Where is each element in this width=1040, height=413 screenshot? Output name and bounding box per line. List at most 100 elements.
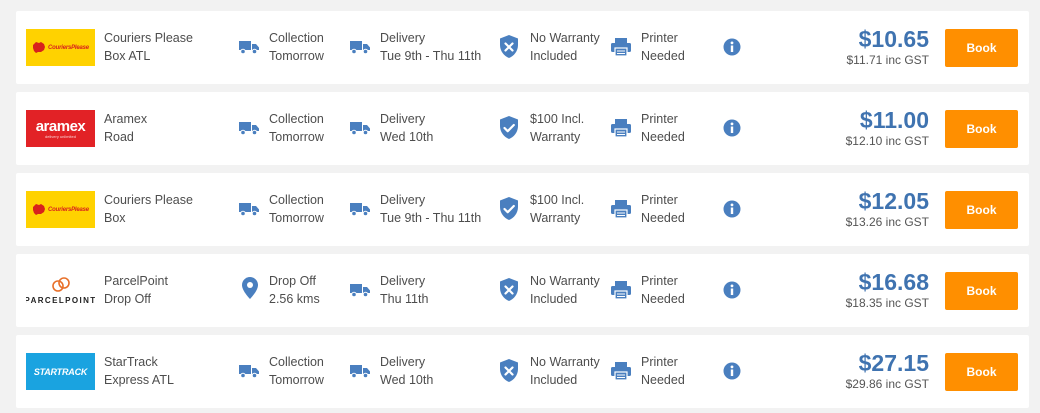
warranty-line1: $100 Incl. bbox=[530, 193, 585, 207]
info-icon[interactable] bbox=[723, 200, 741, 223]
shield-check-icon bbox=[499, 197, 519, 226]
pickup-line1: Collection bbox=[269, 355, 324, 369]
delivery-line2: Tue 9th - Thu 11th bbox=[380, 211, 482, 225]
printer-line2: Needed bbox=[641, 49, 685, 63]
price-box: $12.05 $13.26 inc GST bbox=[846, 187, 929, 229]
warranty-line2: Included bbox=[530, 373, 578, 387]
pickup-info: Collection Tomorrow bbox=[269, 110, 324, 146]
map-pin-icon bbox=[242, 277, 258, 304]
warranty-line2: Warranty bbox=[530, 130, 581, 144]
shield-check-icon bbox=[499, 116, 519, 145]
pickup-line1: Collection bbox=[269, 193, 324, 207]
price-box: $10.65 $11.71 inc GST bbox=[847, 25, 930, 67]
logo-text: CouriersPlease bbox=[48, 44, 89, 51]
delivery-line1: Delivery bbox=[380, 112, 426, 126]
pickup-line2: Tomorrow bbox=[269, 373, 324, 387]
carrier-service-line: Box bbox=[104, 211, 126, 225]
pickup-line2: Tomorrow bbox=[269, 49, 324, 63]
delivery-line2: Wed 10th bbox=[380, 373, 434, 387]
info-icon[interactable] bbox=[723, 119, 741, 142]
quote-list: CouriersPlease Couriers Please Box ATL C… bbox=[16, 11, 1029, 413]
price-inc-gst: $18.35 inc GST bbox=[845, 296, 929, 310]
carrier-service-line: Drop Off bbox=[104, 292, 152, 306]
quote-row: CouriersPlease Couriers Please Box ATL C… bbox=[16, 11, 1029, 84]
printer-icon bbox=[610, 361, 632, 386]
price: $10.65 bbox=[858, 26, 929, 52]
book-button[interactable]: Book bbox=[945, 191, 1018, 229]
delivery-info: Delivery Tue 9th - Thu 11th bbox=[380, 191, 481, 227]
book-button[interactable]: Book bbox=[945, 353, 1018, 391]
delivery-line1: Delivery bbox=[380, 193, 426, 207]
truck-icon bbox=[349, 201, 371, 222]
printer-icon bbox=[610, 199, 632, 224]
carrier-name-line1: Couriers Please bbox=[104, 193, 193, 207]
delivery-line2: Tue 9th - Thu 11th bbox=[380, 49, 482, 63]
printer-info: Printer Needed bbox=[641, 110, 685, 146]
info-icon[interactable] bbox=[723, 38, 741, 61]
book-button[interactable]: Book bbox=[945, 272, 1018, 310]
warranty-info: No Warranty Included bbox=[530, 29, 600, 65]
delivery-line2: Wed 10th bbox=[380, 130, 434, 144]
quote-row: CouriersPlease Couriers Please Box Colle… bbox=[16, 173, 1029, 246]
info-icon[interactable] bbox=[723, 281, 741, 304]
book-button[interactable]: Book bbox=[945, 110, 1018, 148]
price-box: $16.68 $18.35 inc GST bbox=[846, 268, 929, 310]
quote-row: PARCELPOINT ParcelPoint Drop Off Drop Of… bbox=[16, 254, 1029, 327]
warranty-line1: $100 Incl. bbox=[530, 112, 585, 126]
printer-line2: Needed bbox=[641, 292, 685, 306]
carrier-name-line1: Aramex bbox=[104, 112, 148, 126]
info-icon[interactable] bbox=[723, 362, 741, 385]
price-inc-gst: $29.86 inc GST bbox=[845, 377, 929, 391]
warranty-line2: Warranty bbox=[530, 211, 581, 225]
delivery-line2: Thu 11th bbox=[380, 292, 429, 306]
pickup-line2: Tomorrow bbox=[269, 130, 324, 144]
logo-text: STARTRACK bbox=[33, 366, 88, 377]
truck-icon bbox=[349, 39, 371, 60]
carrier-service-line: Road bbox=[104, 130, 134, 144]
warranty-info: $100 Incl. Warranty bbox=[530, 110, 584, 146]
delivery-info: Delivery Wed 10th bbox=[380, 110, 433, 146]
logo-subtext: delivery unlimited bbox=[45, 133, 76, 139]
logo-text: CouriersPlease bbox=[48, 206, 89, 213]
warranty-line1: No Warranty bbox=[530, 355, 600, 369]
book-button[interactable]: Book bbox=[945, 29, 1018, 67]
carrier-name: Couriers Please Box ATL bbox=[104, 29, 193, 65]
pickup-info: Collection Tomorrow bbox=[269, 29, 324, 65]
delivery-info: Delivery Tue 9th - Thu 11th bbox=[380, 29, 481, 65]
logo-text: aramex bbox=[35, 117, 86, 135]
warranty-info: $100 Incl. Warranty bbox=[530, 191, 584, 227]
printer-info: Printer Needed bbox=[641, 29, 685, 65]
truck-icon bbox=[238, 201, 260, 222]
quote-row: STARTRACK StarTrack Express ATL Collecti… bbox=[16, 335, 1029, 408]
price-box: $27.15 $29.86 inc GST bbox=[846, 349, 929, 391]
truck-icon bbox=[349, 120, 371, 141]
quote-row: aramex delivery unlimited Aramex Road Col… bbox=[16, 92, 1029, 165]
carrier-logo-cp: CouriersPlease bbox=[26, 29, 95, 66]
truck-icon bbox=[238, 39, 260, 60]
warranty-line2: Included bbox=[530, 292, 578, 306]
printer-line1: Printer bbox=[641, 112, 678, 126]
price: $11.00 bbox=[859, 107, 929, 133]
carrier-name: ParcelPoint Drop Off bbox=[104, 272, 168, 308]
delivery-info: Delivery Thu 11th bbox=[380, 272, 428, 308]
pickup-line1: Drop Off bbox=[269, 274, 317, 288]
truck-icon bbox=[349, 282, 371, 303]
pickup-line2: Tomorrow bbox=[269, 211, 324, 225]
logo-text: PARCELPOINT bbox=[26, 296, 95, 305]
printer-line2: Needed bbox=[641, 130, 685, 144]
price-inc-gst: $12.10 inc GST bbox=[845, 134, 929, 148]
printer-icon bbox=[610, 280, 632, 305]
printer-info: Printer Needed bbox=[641, 272, 685, 308]
printer-line1: Printer bbox=[641, 355, 678, 369]
carrier-logo-st: STARTRACK bbox=[26, 353, 95, 390]
delivery-info: Delivery Wed 10th bbox=[380, 353, 433, 389]
carrier-name-line1: Couriers Please bbox=[104, 31, 193, 45]
delivery-line1: Delivery bbox=[380, 31, 426, 45]
printer-icon bbox=[610, 37, 632, 62]
price: $27.15 bbox=[858, 350, 929, 376]
delivery-line1: Delivery bbox=[380, 355, 426, 369]
printer-info: Printer Needed bbox=[641, 191, 685, 227]
warranty-line1: No Warranty bbox=[530, 274, 600, 288]
truck-icon bbox=[349, 363, 371, 384]
printer-line1: Printer bbox=[641, 274, 678, 288]
